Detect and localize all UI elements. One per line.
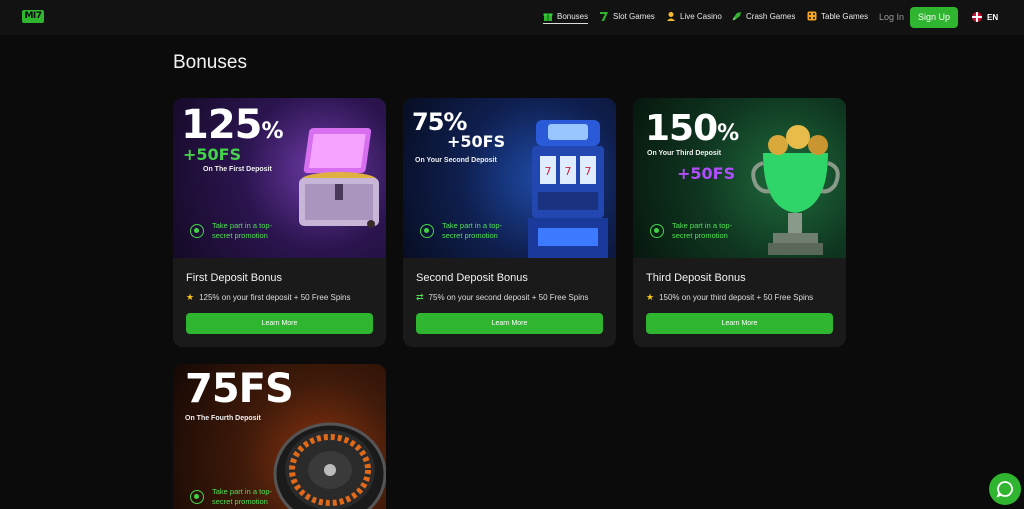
card-description: ⇄ 75% on your second deposit + 50 Free S…: [416, 292, 589, 302]
dealer-icon: [666, 11, 676, 21]
language-selector[interactable]: EN: [972, 12, 998, 22]
svg-text:7: 7: [565, 165, 572, 178]
bonus-card-third-deposit: 150% On Your Third Deposit +50FS Take pa…: [633, 98, 846, 347]
bonus-card-fourth-deposit: 75FS On The Fourth Deposit Take part in …: [173, 364, 386, 509]
bonus-extra: +50FS: [677, 164, 736, 183]
target-icon: [650, 224, 664, 238]
top-navigation-bar: MI7 Bonuses Slot Games Live Casino Crash…: [0, 0, 1024, 35]
rocket-icon: [732, 11, 742, 21]
bonus-subtitle: On Your Second Deposit: [415, 157, 497, 164]
gift-icon: [543, 11, 553, 21]
card-title: Second Deposit Bonus: [416, 272, 528, 284]
bonus-card-second-deposit: 75% +50FS On Your Second Deposit 7 7 7 T…: [403, 98, 616, 347]
target-icon: [420, 224, 434, 238]
learn-more-button[interactable]: Learn More: [186, 313, 373, 334]
bonus-headline: 150%: [645, 108, 739, 149]
nav-item-table-games[interactable]: Table Games: [807, 11, 868, 21]
nav-item-bonuses[interactable]: Bonuses: [543, 11, 589, 24]
svg-text:7: 7: [585, 165, 592, 178]
page-title: Bonuses: [173, 52, 247, 73]
nav-item-label: Slot Games: [613, 11, 655, 21]
secret-promotion: Take part in a top-secret promotion: [190, 487, 292, 507]
dice-icon: [807, 11, 817, 21]
bonus-subtitle: On Your Third Deposit: [647, 150, 722, 157]
svg-text:7: 7: [545, 165, 552, 178]
secret-promotion: Take part in a top-secret promotion: [190, 221, 292, 241]
card-title: Third Deposit Bonus: [646, 272, 746, 284]
bonus-card-first-deposit: 125% +50FS On The First Deposit Take par…: [173, 98, 386, 347]
bonus-banner[interactable]: 75FS On The Fourth Deposit Take part in …: [173, 364, 386, 509]
target-icon: [190, 490, 204, 504]
bonus-banner[interactable]: 150% On Your Third Deposit +50FS Take pa…: [633, 98, 846, 258]
secret-promotion: Take part in a top-secret promotion: [650, 221, 752, 241]
language-label: EN: [987, 12, 999, 22]
mi7-logo[interactable]: MI7: [22, 10, 44, 23]
bonus-extra: +50FS: [183, 145, 242, 164]
nav-item-live-casino[interactable]: Live Casino: [666, 11, 722, 21]
bonus-banner[interactable]: 125% +50FS On The First Deposit Take par…: [173, 98, 386, 258]
nav-item-label: Crash Games: [746, 11, 796, 21]
learn-more-button[interactable]: Learn More: [416, 313, 603, 334]
card-description: ★ 125% on your first deposit + 50 Free S…: [186, 292, 351, 302]
chat-bubble-icon: [996, 481, 1013, 498]
nav-item-label: Bonuses: [557, 11, 589, 21]
chat-support-button[interactable]: [989, 473, 1021, 505]
signup-button[interactable]: Sign Up: [910, 7, 958, 28]
trophy-icon: [751, 125, 840, 255]
nav-item-crash-games[interactable]: Crash Games: [732, 11, 795, 21]
uk-flag-icon: [972, 12, 982, 22]
bonus-subtitle: On The First Deposit: [203, 166, 272, 173]
card-title: First Deposit Bonus: [186, 272, 282, 284]
star-icon: ★: [646, 292, 655, 302]
treasure-chest-icon: [299, 128, 379, 228]
learn-more-button[interactable]: Learn More: [646, 313, 833, 334]
bonus-subtitle: On The Fourth Deposit: [185, 415, 261, 422]
bonus-extra: +50FS: [447, 132, 506, 151]
bonus-banner[interactable]: 75% +50FS On Your Second Deposit 7 7 7 T…: [403, 98, 616, 258]
nav-item-slot-games[interactable]: Slot Games: [599, 11, 655, 21]
login-link[interactable]: Log In: [879, 12, 904, 22]
card-description: ★ 150% on your third deposit + 50 Free S…: [646, 292, 814, 302]
nav-item-label: Table Games: [821, 11, 869, 21]
bonus-headline: 125%: [181, 102, 284, 148]
nav-item-label: Live Casino: [680, 11, 722, 21]
seven-icon: [599, 11, 609, 21]
star-icon: ★: [186, 292, 195, 302]
slot-machine-icon: 7 7 7: [528, 120, 608, 258]
target-icon: [190, 224, 204, 238]
secret-promotion: Take part in a top-secret promotion: [420, 221, 522, 241]
exchange-icon: ⇄: [416, 292, 424, 302]
